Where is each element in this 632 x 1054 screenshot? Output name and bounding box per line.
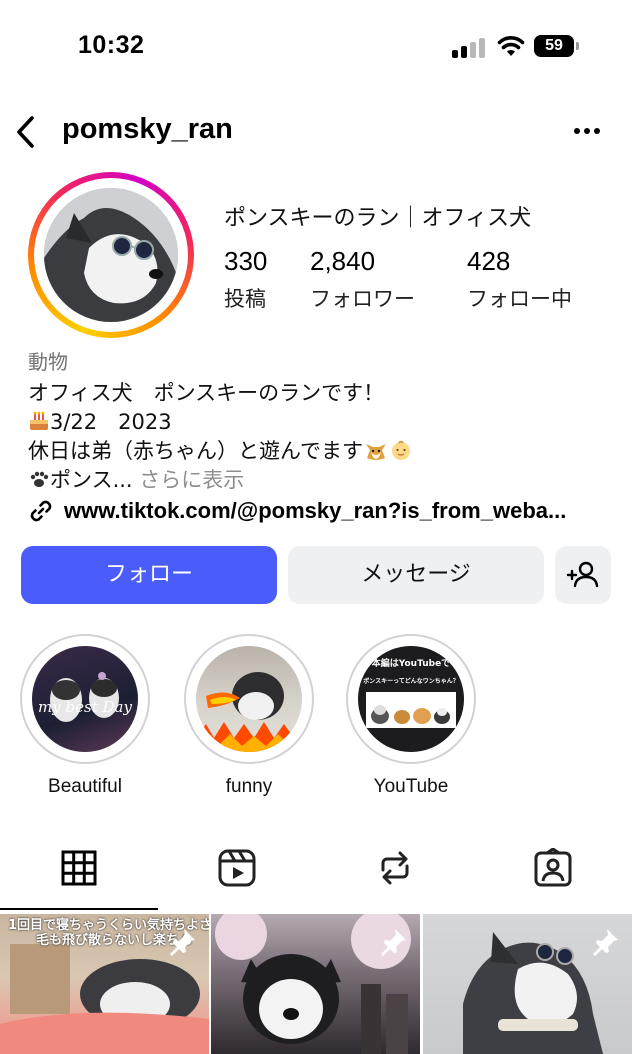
grid-post[interactable] — [211, 914, 420, 1054]
battery-tip — [576, 42, 579, 50]
stat-posts[interactable]: 330 投稿 — [224, 246, 267, 313]
highlight-label: Beautiful — [48, 776, 122, 797]
reposts-icon[interactable] — [375, 848, 415, 888]
highlight-ring: my best Day — [20, 634, 150, 764]
birthday-text: 3/22 2023 — [50, 410, 172, 434]
back-button[interactable] — [10, 112, 42, 152]
pin-icon — [381, 929, 406, 956]
stat-followers[interactable]: 2,840 フォロワー — [310, 246, 415, 313]
highlight-cover: 本編はYouTubeで ポンスキーってどんなワンちゃん？ — [358, 646, 464, 752]
bio-text: ポンス... — [50, 468, 133, 492]
highlight-cover-panel — [366, 692, 456, 728]
stat-following[interactable]: 428 フォロー中 — [467, 246, 572, 313]
signal-icon — [452, 38, 488, 58]
stat-label: フォロワー — [310, 287, 415, 311]
story-ring[interactable] — [28, 172, 194, 338]
status-time: 10:32 — [78, 31, 145, 59]
highlight-cover-subtext: ポンスキーってどんなワンちゃん？ — [363, 678, 459, 685]
stat-number: 2,840 — [310, 246, 376, 276]
display-name: ポンスキーのラン｜オフィス犬 — [224, 206, 532, 231]
tagged-icon[interactable] — [533, 848, 573, 888]
link-icon — [30, 500, 52, 522]
status-bar: 10:32 59 — [0, 0, 632, 95]
avatar — [44, 188, 178, 322]
profile-header: pomsky_ran — [0, 100, 632, 164]
baby-emoji-icon — [389, 438, 413, 462]
profile-username: pomsky_ran — [62, 113, 233, 145]
grid-post[interactable]: 1回目で寝ちゃうくらい気持ちよさそう毛も飛び散らないし楽ちん — [0, 914, 209, 1054]
profile-link[interactable]: www.tiktok.com/@pomsky_ran?is_from_weba.… — [28, 496, 566, 526]
highlight-cover-text: my best Day — [38, 698, 132, 716]
battery-icon: 59 — [534, 35, 574, 57]
stat-number: 330 — [224, 246, 268, 276]
grid-post[interactable] — [423, 914, 632, 1054]
more-options-icon[interactable] — [566, 116, 608, 146]
bio-more-link[interactable]: さらに表示 — [133, 468, 244, 492]
stat-label: フォロー中 — [467, 287, 572, 311]
shiba-emoji-icon — [363, 438, 389, 462]
cake-emoji-icon — [28, 410, 50, 432]
highlight-ring: 本編はYouTubeで ポンスキーってどんなワンちゃん？ — [346, 634, 476, 764]
pin-icon — [593, 929, 618, 956]
wifi-icon — [497, 36, 525, 56]
add-person-icon — [566, 561, 599, 588]
dog-photo — [44, 188, 178, 322]
bio-line: 3/22 2023 — [28, 406, 172, 436]
highlight-label: funny — [225, 776, 273, 797]
bio-line: ポンス... さらに表示 — [28, 464, 244, 494]
profile-category: 動物 — [28, 350, 68, 374]
bio-line: オフィス犬 ポンスキーのランです！ — [28, 381, 385, 405]
highlight-cover: my best Day — [32, 646, 138, 752]
reels-icon[interactable] — [217, 848, 257, 888]
highlight-cover-text: 本編はYouTubeで — [371, 659, 451, 669]
profile-tabs — [0, 836, 632, 912]
link-text: www.tiktok.com/@pomsky_ran?is_from_weba.… — [64, 498, 567, 523]
highlight-cover — [196, 646, 302, 752]
pin-icon — [170, 929, 195, 956]
grid-icon[interactable] — [59, 848, 99, 888]
stat-label: 投稿 — [224, 287, 266, 311]
stat-number: 428 — [467, 246, 511, 276]
bio-line: 休日は弟（赤ちゃん）と遊んでます — [28, 435, 413, 465]
paw-emoji-icon — [28, 468, 50, 490]
bio-text: 休日は弟（赤ちゃん）と遊んでます — [28, 439, 363, 463]
active-tab-indicator — [0, 908, 158, 910]
follow-button[interactable]: フォロー — [21, 546, 277, 604]
highlight-label: YouTube — [373, 776, 449, 797]
highlight-ring — [184, 634, 314, 764]
suggest-users-button[interactable] — [555, 546, 611, 604]
message-button[interactable]: メッセージ — [288, 546, 544, 604]
